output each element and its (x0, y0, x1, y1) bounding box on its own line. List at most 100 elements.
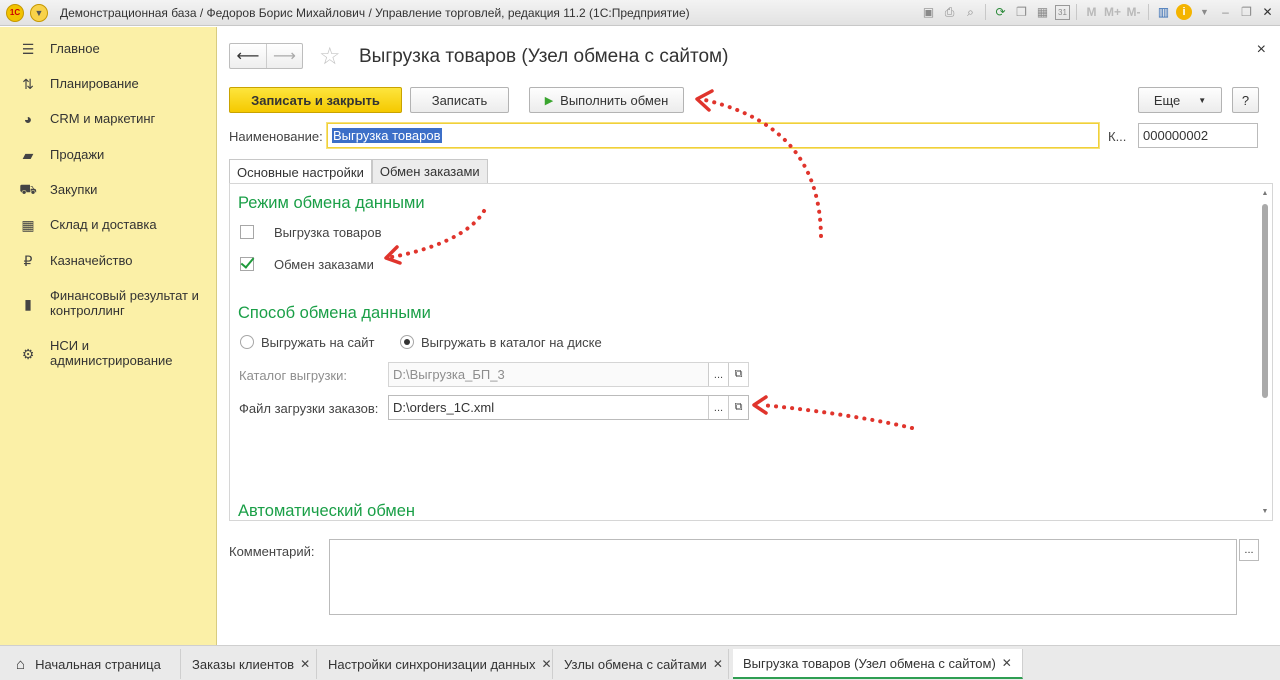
comment-field[interactable] (329, 539, 1237, 615)
scroll-thumb[interactable] (1262, 204, 1268, 398)
close-tab-icon[interactable]: ✕ (542, 657, 552, 671)
catalog-select-button: ... (708, 363, 728, 386)
name-field-value: Выгрузка товаров (332, 128, 442, 143)
tab-orders-exchange[interactable]: Обмен заказами (371, 159, 488, 183)
back-arrow-icon[interactable]: ⟵ (230, 44, 266, 68)
save-icon[interactable]: ▣ (920, 3, 937, 21)
m-icon[interactable]: M (1083, 3, 1100, 21)
bottom-tab-customer-orders[interactable]: Заказы клиентов ✕ (182, 649, 317, 679)
bottom-tab-label: Выгрузка товаров (Узел обмена с сайтом) (743, 655, 996, 671)
auto-section-title: Автоматический обмен (238, 502, 416, 520)
bottom-tab-export-goods[interactable]: Выгрузка товаров (Узел обмена с сайтом) … (733, 649, 1023, 679)
toolbar-divider (1076, 4, 1077, 20)
m-minus-icon[interactable]: M- (1125, 3, 1142, 21)
window-title: Демонстрационная база / Федоров Борис Ми… (60, 5, 690, 20)
gear-icon: ⚙ (21, 345, 35, 362)
name-label: Наименование: (229, 129, 323, 144)
pie-chart-icon: ◕ (23, 111, 33, 127)
name-field[interactable]: Выгрузка товаров (327, 123, 1099, 148)
catalog-label: Каталог выгрузки: (239, 368, 347, 383)
search-icon[interactable]: ⌕ (962, 3, 979, 21)
sidebar-item-label: Казначейство (50, 253, 133, 268)
sidebar-item-label: Финансовый результат и контроллинг (50, 288, 199, 318)
app-logo-icon[interactable]: 1С (6, 3, 24, 22)
minimize-icon[interactable]: ‒ (1217, 3, 1234, 21)
mode-section-title: Режим обмена данными (238, 194, 425, 212)
catalog-open-icon: ⧉ (728, 363, 748, 386)
orders-exchange-label: Обмен заказами (274, 257, 374, 272)
cart-icon: ⛟ (19, 180, 37, 197)
print-icon[interactable]: ⎙ (941, 3, 958, 21)
main-settings-panel: Режим обмена данными Выгрузка товаров Об… (229, 183, 1273, 521)
comment-select-button[interactable]: ... (1239, 539, 1259, 561)
orders-file-value: D:\orders_1C.xml (393, 400, 495, 415)
refresh-icon[interactable]: ⟳ (992, 3, 1009, 21)
orders-file-field[interactable]: D:\orders_1C.xml ... ⧉ (388, 395, 749, 420)
sidebar-item-label: Главное (50, 41, 100, 56)
navigation-buttons: ⟵ ⟶ (229, 43, 303, 69)
toolbar-divider (1148, 4, 1149, 20)
sidebar-item-label: Продажи (50, 147, 105, 162)
calendar-icon[interactable]: 31 (1055, 4, 1070, 20)
catalog-field: D:\Выгрузка_БП_3 ... ⧉ (388, 362, 749, 387)
sections-sidebar: ☰ Главное ⇅ Планирование ◕ CRM и маркети… (0, 27, 217, 645)
radio-export-to-directory[interactable] (400, 335, 414, 349)
panel-scrollbar[interactable]: ▲ ▼ (1261, 190, 1269, 516)
sidebar-item-label: Планирование (50, 76, 139, 91)
radio-export-to-site[interactable] (240, 335, 254, 349)
info-icon[interactable]: i (1176, 4, 1192, 20)
sidebar-item-label: НСИ и администрирование (50, 338, 173, 368)
open-windows-bar: ⌂ Начальная страница Заказы клиентов ✕ Н… (0, 645, 1280, 680)
tab-main-settings[interactable]: Основные настройки (229, 159, 372, 184)
favorite-star-icon[interactable]: ☆ (319, 42, 341, 71)
bottom-tab-label: Заказы клиентов (192, 656, 295, 672)
form-tabs: Основные настройки Обмен заказами (229, 159, 488, 184)
code-field[interactable]: 000000002 (1138, 123, 1258, 148)
radio-export-to-directory-label: Выгружать в каталог на диске (421, 335, 602, 350)
run-exchange-button[interactable]: ▶ Выполнить обмен (529, 87, 684, 113)
main-menu-icon[interactable]: ▼ (30, 3, 48, 22)
save-and-close-button[interactable]: Записать и закрыть (229, 87, 402, 113)
save-button[interactable]: Записать (410, 87, 509, 113)
more-button[interactable]: Еще ▼ (1138, 87, 1222, 113)
catalog-value: D:\Выгрузка_БП_3 (393, 367, 505, 382)
help-button[interactable]: ? (1232, 87, 1259, 113)
method-section-title: Способ обмена данными (238, 304, 431, 322)
forward-arrow-icon[interactable]: ⟶ (266, 44, 302, 68)
close-tab-icon[interactable]: ✕ (713, 657, 723, 671)
close-tab-icon[interactable]: ✕ (1002, 656, 1012, 670)
warehouse-icon: ▦ (21, 216, 35, 233)
m-plus-icon[interactable]: M+ (1104, 3, 1121, 21)
form-title: Выгрузка товаров (Узел обмена с сайтом) (359, 46, 729, 67)
scroll-down-icon[interactable]: ▼ (1261, 508, 1269, 515)
scroll-up-icon[interactable]: ▲ (1261, 190, 1269, 197)
close-tab-icon[interactable]: ✕ (300, 657, 310, 671)
toolbar-divider (985, 4, 986, 20)
copy-icon[interactable]: ❐ (1013, 3, 1030, 21)
comment-label: Комментарий: (229, 544, 315, 559)
bottom-tab-site-exchange-nodes[interactable]: Узлы обмена с сайтами ✕ (554, 649, 729, 679)
sidebar-item-label: CRM и маркетинг (50, 111, 156, 126)
bottom-tab-label: Начальная страница (35, 656, 161, 672)
orders-exchange-checkbox[interactable] (240, 257, 254, 271)
close-icon[interactable]: ✕ (1259, 3, 1276, 21)
code-label: К... (1108, 129, 1127, 144)
run-exchange-label: Выполнить обмен (560, 92, 669, 108)
orders-file-open-icon[interactable]: ⧉ (728, 396, 748, 419)
bottom-tab-label: Узлы обмена с сайтами (564, 656, 707, 672)
planning-icon: ⇅ (22, 75, 34, 92)
panel-icon[interactable]: ▥ (1155, 3, 1172, 21)
home-icon: ⌂ (16, 655, 26, 673)
window-titlebar: 1С ▼ Демонстрационная база / Федоров Бор… (0, 0, 1280, 26)
menu-icon: ☰ (21, 40, 35, 57)
export-goods-label: Выгрузка товаров (274, 225, 382, 240)
close-form-icon[interactable]: × (1257, 41, 1266, 59)
calculator-icon[interactable]: ▦ (1034, 3, 1051, 21)
dropdown-icon[interactable]: ▼ (1196, 3, 1213, 21)
bottom-tab-home[interactable]: ⌂ Начальная страница (6, 649, 181, 679)
shopping-bag-icon: ▰ (22, 146, 34, 163)
bottom-tab-sync-settings[interactable]: Настройки синхронизации данных ✕ (318, 649, 553, 679)
orders-file-select-button[interactable]: ... (708, 396, 728, 419)
restore-icon[interactable]: ❐ (1238, 3, 1255, 21)
export-goods-checkbox[interactable] (240, 225, 254, 239)
